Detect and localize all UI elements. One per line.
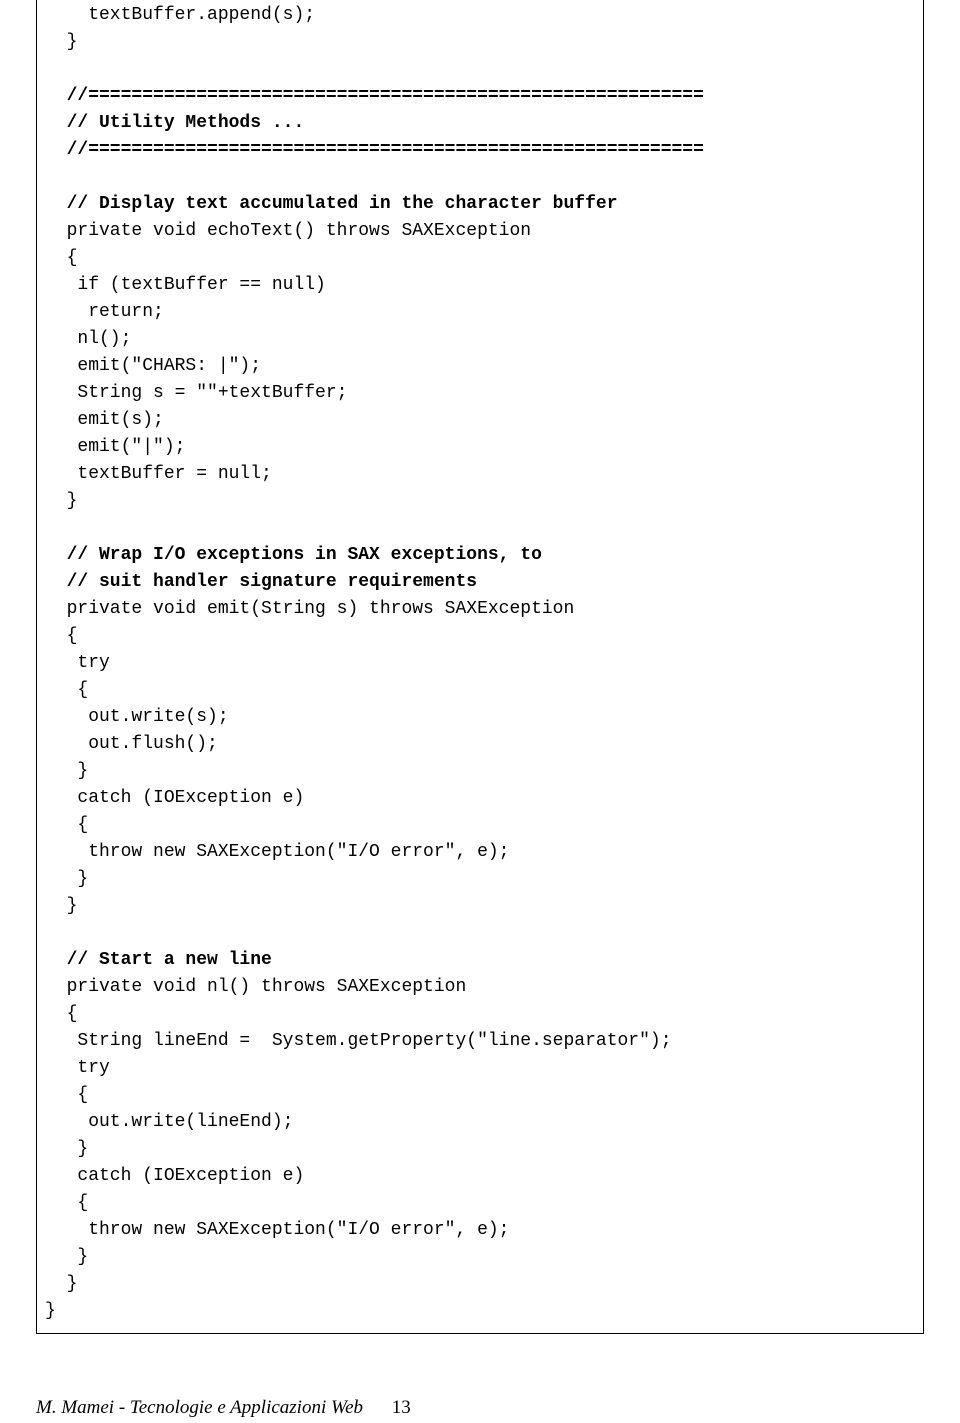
code-line: { [45, 812, 915, 839]
code-line: } [45, 1298, 915, 1325]
code-line: out.write(s); [45, 704, 915, 731]
code-line: { [45, 1190, 915, 1217]
page-number: 13 [392, 1397, 411, 1418]
code-line: } [45, 893, 915, 920]
code-line: } [45, 1136, 915, 1163]
code-line: catch (IOException e) [45, 785, 915, 812]
code-line: //======================================… [45, 83, 915, 110]
code-line: } [45, 866, 915, 893]
code-line: // Wrap I/O exceptions in SAX exceptions… [45, 542, 915, 569]
code-line: String s = ""+textBuffer; [45, 380, 915, 407]
code-line: } [45, 758, 915, 785]
code-line: } [45, 1244, 915, 1271]
code-line: try [45, 1055, 915, 1082]
code-line: emit("CHARS: |"); [45, 353, 915, 380]
code-line: { [45, 245, 915, 272]
code-line: nl(); [45, 326, 915, 353]
code-line: { [45, 677, 915, 704]
code-line: } [45, 488, 915, 515]
code-line: return; [45, 299, 915, 326]
code-line [45, 56, 915, 83]
code-line: // Display text accumulated in the chara… [45, 191, 915, 218]
code-line: { [45, 1001, 915, 1028]
code-line: try [45, 650, 915, 677]
footer-text: M. Mamei - Tecnologie e Applicazioni Web [36, 1397, 363, 1418]
code-line: emit(s); [45, 407, 915, 434]
code-line: // Utility Methods ... [45, 110, 915, 137]
code-line: catch (IOException e) [45, 1163, 915, 1190]
code-line: emit("|"); [45, 434, 915, 461]
code-line: String lineEnd = System.getProperty("lin… [45, 1028, 915, 1055]
code-line [45, 515, 915, 542]
code-line: private void nl() throws SAXException [45, 974, 915, 1001]
code-line: out.write(lineEnd); [45, 1109, 915, 1136]
code-line: //======================================… [45, 137, 915, 164]
code-line: throw new SAXException("I/O error", e); [45, 1217, 915, 1244]
code-line: private void echoText() throws SAXExcept… [45, 218, 915, 245]
code-line: out.flush(); [45, 731, 915, 758]
code-block: textBuffer.append(s); } //==============… [36, 0, 924, 1334]
code-line: private void emit(String s) throws SAXEx… [45, 596, 915, 623]
code-line: throw new SAXException("I/O error", e); [45, 839, 915, 866]
page-footer: M. Mamei - Tecnologie e Applicazioni Web… [0, 1394, 960, 1423]
code-line [45, 164, 915, 191]
code-line: // suit handler signature requirements [45, 569, 915, 596]
code-line [45, 920, 915, 947]
code-line: // Start a new line [45, 947, 915, 974]
code-line: if (textBuffer == null) [45, 272, 915, 299]
code-line: } [45, 1271, 915, 1298]
code-line: textBuffer = null; [45, 461, 915, 488]
code-line: { [45, 1082, 915, 1109]
code-line: { [45, 623, 915, 650]
document-page: textBuffer.append(s); } //==============… [0, 0, 960, 1423]
code-line: } [45, 29, 915, 56]
code-line: textBuffer.append(s); [45, 2, 915, 29]
